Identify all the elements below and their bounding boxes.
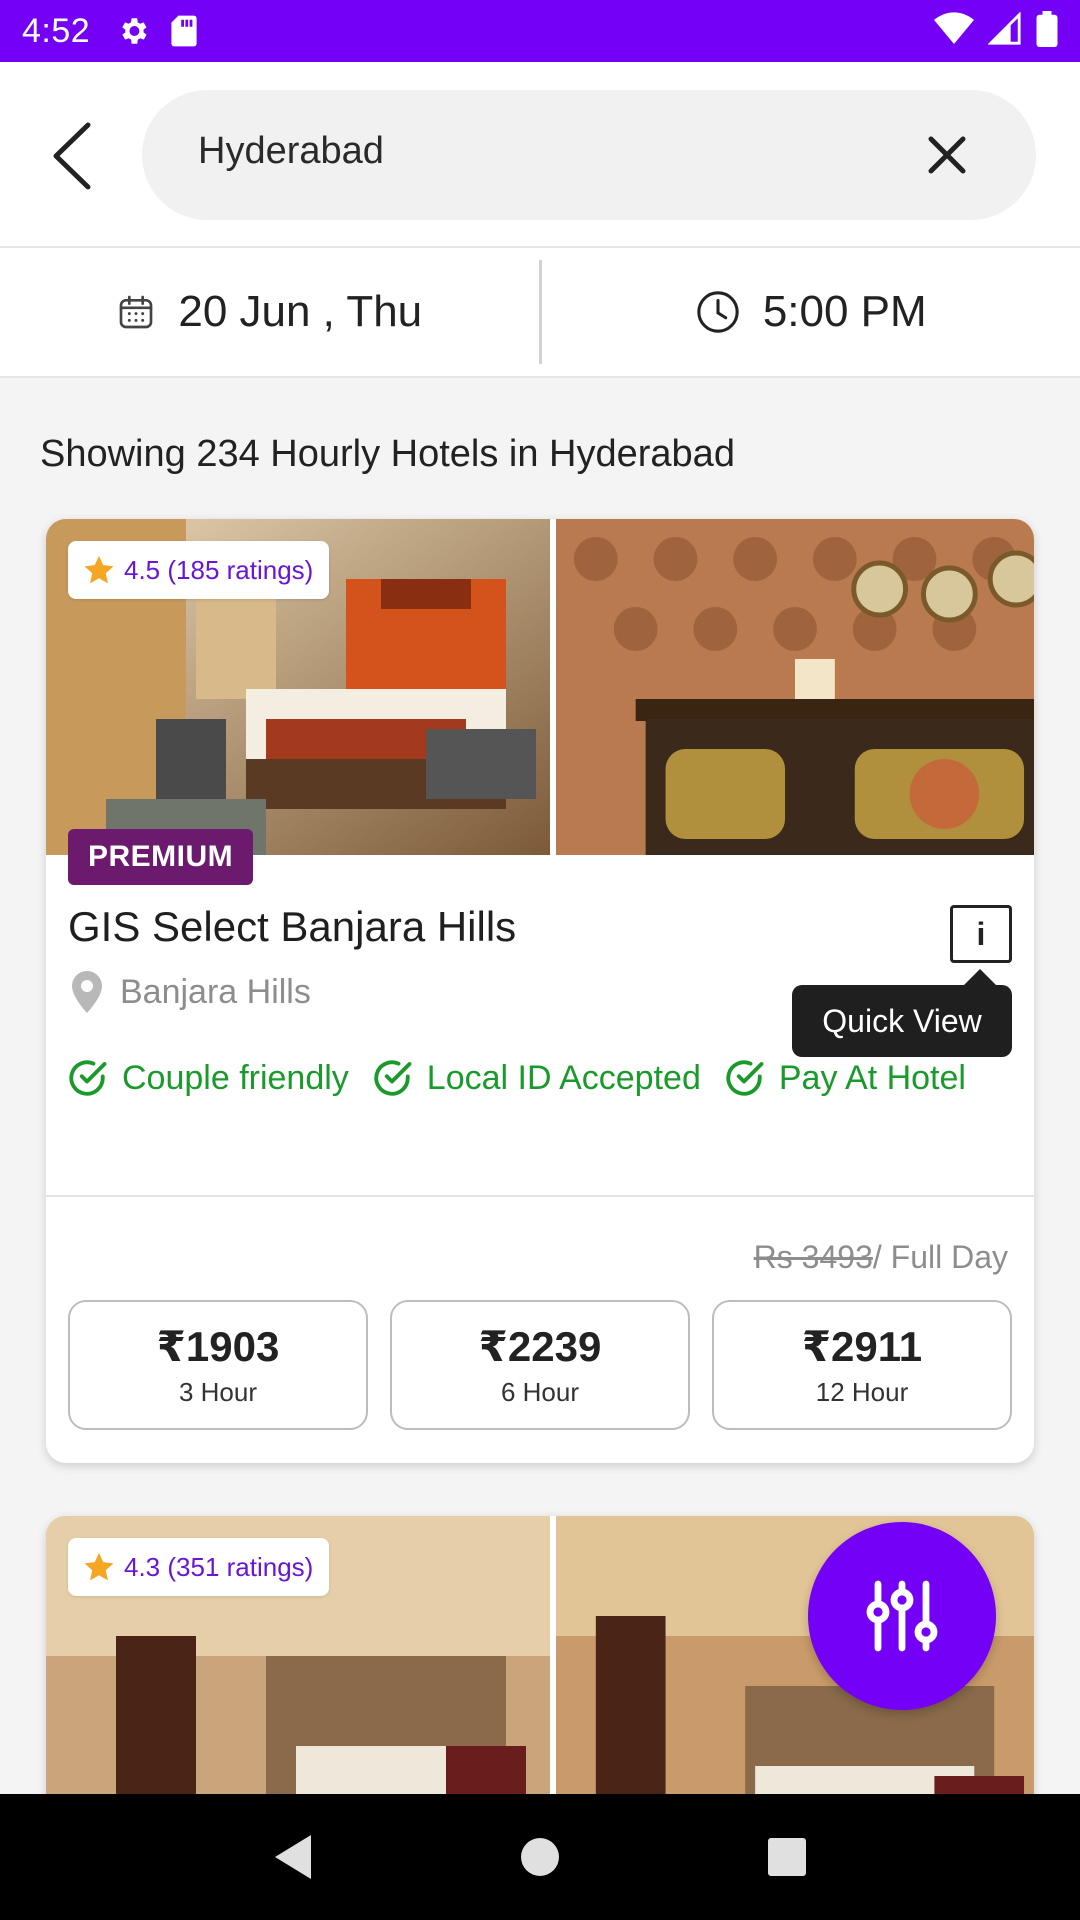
- check-circle-icon: [69, 1060, 107, 1096]
- rating-text: 4.3 (351 ratings): [124, 1551, 314, 1582]
- price-amount: ₹1903: [156, 1323, 280, 1370]
- star-icon: [84, 1552, 114, 1581]
- rating-text: 4.5 (185 ratings): [124, 554, 314, 585]
- original-price: Rs 3493: [753, 1239, 873, 1275]
- square-recents-icon: [767, 1838, 806, 1876]
- filter-button[interactable]: [808, 1522, 996, 1710]
- feature-label: Local ID Accepted: [426, 1058, 701, 1097]
- card-divider: [46, 1195, 1034, 1197]
- check-circle-icon: [726, 1060, 764, 1096]
- wifi-icon: [934, 11, 974, 51]
- price-option-12-hour[interactable]: ₹2911 12 Hour: [712, 1300, 1012, 1430]
- search-query[interactable]: Hyderabad: [198, 130, 384, 173]
- quick-view-tooltip: Quick View: [792, 969, 1012, 1057]
- status-bar: 4:52: [0, 0, 1080, 62]
- nav-back-button[interactable]: [263, 1827, 323, 1887]
- location-text: Banjara Hills: [120, 972, 311, 1011]
- price-option-3-hour[interactable]: ₹1903 3 Hour: [68, 1300, 368, 1430]
- price-option-6-hour[interactable]: ₹2239 6 Hour: [390, 1300, 690, 1430]
- feature-label: Pay At Hotel: [778, 1058, 966, 1097]
- location-pin-icon: [72, 971, 102, 1013]
- settings-icon: [116, 14, 150, 48]
- premium-badge: PREMIUM: [68, 829, 254, 885]
- price-amount: ₹2911: [801, 1323, 923, 1370]
- close-icon: [928, 136, 966, 174]
- hourly-price-options: ₹1903 3 Hour ₹2239 6 Hour ₹2911 12 Hour: [68, 1300, 1012, 1430]
- price-duration: 3 Hour: [178, 1377, 258, 1407]
- quick-view-info-button[interactable]: i: [950, 905, 1012, 963]
- time-selector[interactable]: 5:00 PM: [542, 248, 1080, 376]
- rating-chip: 4.3 (351 ratings): [68, 1538, 330, 1596]
- clear-search-button[interactable]: [920, 128, 974, 182]
- hotel-location: Banjara Hills: [72, 971, 311, 1013]
- back-arrow-icon: [53, 122, 91, 190]
- signal-icon: [987, 10, 1022, 51]
- hotel-name[interactable]: GIS Select Banjara Hills: [68, 903, 516, 951]
- system-navigation-bar: [0, 1794, 1080, 1920]
- check-circle-icon: [374, 1060, 412, 1096]
- price-duration: 12 Hour: [815, 1377, 909, 1407]
- price-amount: ₹2239: [478, 1323, 602, 1370]
- feature-couple-friendly: Couple friendly: [66, 1057, 349, 1099]
- sd-card-icon: [170, 14, 198, 48]
- search-input[interactable]: Hyderabad: [142, 90, 1036, 220]
- search-header: Hyderabad: [0, 62, 1080, 246]
- feature-local-id: Local ID Accepted: [371, 1057, 701, 1099]
- hotel-reception-photo[interactable]: [556, 519, 1034, 855]
- clock-icon: [697, 291, 739, 333]
- triangle-back-icon: [275, 1835, 312, 1879]
- selected-time: 5:00 PM: [762, 287, 927, 336]
- nav-recents-button[interactable]: [757, 1827, 817, 1887]
- date-time-bar: 20 Jun , Thu 5:00 PM: [0, 246, 1080, 378]
- battery-icon: [1036, 10, 1058, 52]
- amenities-list: Couple friendly Local ID Accepted Pay At…: [66, 1057, 966, 1099]
- filter-sliders-icon: [866, 1580, 938, 1652]
- selected-date: 20 Jun , Thu: [178, 287, 423, 336]
- circle-home-icon: [520, 1838, 559, 1876]
- results-summary: Showing 234 Hourly Hotels in Hyderabad: [40, 433, 735, 475]
- star-icon: [84, 555, 114, 584]
- hotel-card[interactable]: 4.5 (185 ratings) PREMIUM GIS Select Ban…: [46, 519, 1034, 1463]
- feature-pay-at-hotel: Pay At Hotel: [723, 1057, 966, 1099]
- nav-home-button[interactable]: [510, 1827, 570, 1887]
- feature-label: Couple friendly: [122, 1058, 349, 1097]
- status-time: 4:52: [22, 11, 91, 50]
- back-button[interactable]: [42, 116, 102, 196]
- rating-chip: 4.5 (185 ratings): [68, 541, 330, 599]
- price-suffix: / Full Day: [872, 1239, 1008, 1275]
- price-duration: 6 Hour: [500, 1377, 580, 1407]
- calendar-icon: [120, 295, 153, 329]
- date-selector[interactable]: 20 Jun , Thu: [0, 248, 539, 376]
- full-day-price: Rs 3493/ Full Day: [754, 1239, 1008, 1276]
